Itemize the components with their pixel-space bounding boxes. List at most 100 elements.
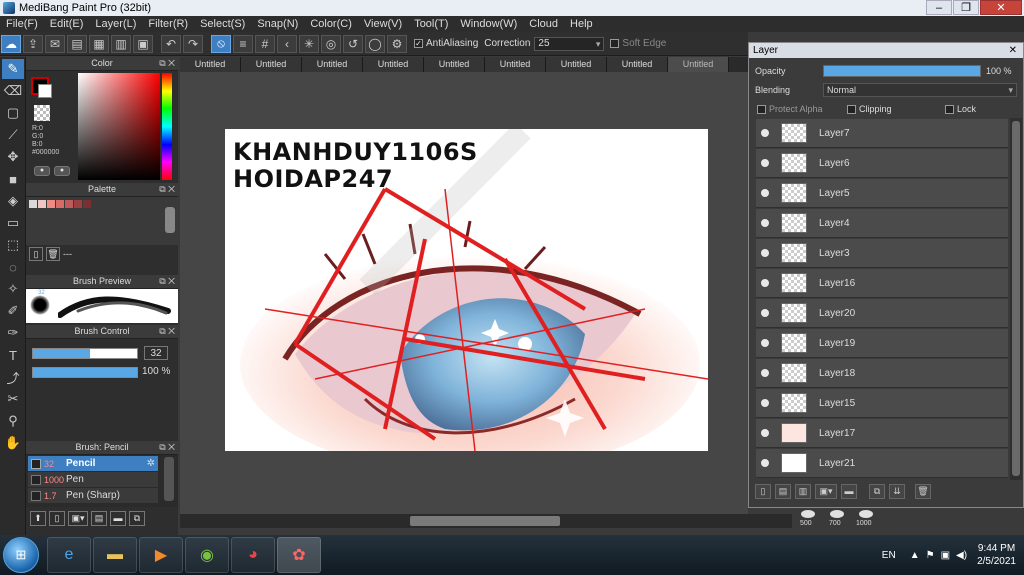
volume-icon[interactable]: ◀) — [956, 550, 967, 561]
horizontal-scroll-thumb[interactable] — [410, 516, 560, 526]
menu-window[interactable]: Window(W) — [454, 18, 523, 30]
redo-icon[interactable]: ↷ — [183, 34, 203, 53]
cloud-icon[interactable]: ☁ — [1, 34, 21, 53]
brush-size-dot[interactable] — [801, 510, 815, 518]
layer-opacity-slider[interactable] — [823, 65, 981, 77]
eye-icon[interactable] — [761, 279, 769, 287]
layer-row[interactable]: Layer19 — [756, 329, 1008, 358]
tray-arrow-icon[interactable]: ▲ — [910, 550, 920, 561]
palette-scrollbar[interactable] — [165, 207, 175, 233]
brush-opacity-slider[interactable] — [32, 367, 138, 378]
new-brush-icon[interactable]: ▯ — [49, 510, 65, 526]
layer-row[interactable]: Layer15 — [756, 389, 1008, 418]
new-layer-icon[interactable]: ▯ — [755, 483, 771, 499]
document-icon[interactable]: ▤ — [67, 34, 87, 53]
select-tool-icon[interactable]: ⬚ — [2, 235, 24, 255]
dot-tool-icon[interactable]: ⟋ — [2, 125, 24, 145]
tab-untitled[interactable]: Untitled — [485, 57, 546, 72]
tab-untitled[interactable]: Untitled — [546, 57, 607, 72]
menu-color[interactable]: Color(C) — [304, 18, 358, 30]
media-player-icon[interactable]: ▶ — [139, 537, 183, 573]
eye-icon[interactable] — [761, 339, 769, 347]
divide-tool-icon[interactable]: ✂ — [2, 389, 24, 409]
tab-untitled[interactable]: Untitled — [607, 57, 668, 72]
windows-start-icon[interactable]: ⊞ — [3, 537, 39, 573]
brush-item-pen-sharp[interactable]: 1.7 Pen (Sharp) — [28, 488, 158, 503]
folder-icon[interactable]: ▬ — [110, 510, 126, 526]
eraser-tool-icon[interactable]: ⌫ — [2, 81, 24, 101]
page-icon[interactable]: ▦ — [89, 34, 109, 53]
tab-untitled[interactable]: Untitled — [241, 57, 302, 72]
panel-controls-icon[interactable]: ⧉ ✕ — [159, 275, 175, 288]
eye-icon[interactable] — [761, 459, 769, 467]
fill-rect-tool-icon[interactable]: ■ — [2, 169, 24, 189]
clipping-checkbox[interactable] — [847, 104, 856, 114]
panel-controls-icon[interactable]: ⧉ ✕ — [159, 183, 175, 196]
palette-swatch[interactable] — [56, 200, 64, 208]
swap-color-icon[interactable]: ● — [54, 166, 70, 176]
minimize-icon[interactable]: – — [926, 0, 952, 15]
background-color-swatch[interactable] — [38, 84, 52, 98]
menu-filter[interactable]: Filter(R) — [142, 18, 194, 30]
brush-item-pen[interactable]: 1000 Pen — [28, 472, 158, 487]
comment-icon[interactable]: ✉ — [45, 34, 65, 53]
layer-row[interactable]: Layer7 — [756, 119, 1008, 148]
menu-edit[interactable]: Edit(E) — [44, 18, 90, 30]
close-icon[interactable]: ✕ — [980, 0, 1022, 15]
antialiasing-checkbox[interactable]: ✓ — [414, 39, 423, 48]
palette-swatch[interactable] — [83, 200, 91, 208]
tab-untitled-active[interactable]: Untitled — [668, 57, 729, 72]
pages-icon[interactable]: ▥ — [111, 34, 131, 53]
brush-settings-icon[interactable]: ▤ — [91, 510, 107, 526]
menu-select[interactable]: Select(S) — [194, 18, 251, 30]
eye-icon[interactable] — [761, 369, 769, 377]
menu-view[interactable]: View(V) — [358, 18, 408, 30]
menu-layer[interactable]: Layer(L) — [89, 18, 142, 30]
brush-item-pencil[interactable]: 32 Pencil ✲ — [28, 456, 158, 471]
tab-untitled[interactable]: Untitled — [363, 57, 424, 72]
new-halftone-layer-icon[interactable]: ▤ — [775, 483, 791, 499]
eyedropper-small-icon[interactable]: ● — [34, 166, 50, 176]
file-explorer-icon[interactable]: ▬ — [93, 537, 137, 573]
internet-explorer-icon[interactable]: e — [47, 537, 91, 573]
menu-snap[interactable]: Snap(N) — [251, 18, 304, 30]
layer-row[interactable]: Layer16 — [756, 269, 1008, 298]
canvas-workspace[interactable]: KHANHDUY1106S HOIDAP247 — [180, 72, 748, 514]
new-palette-icon[interactable]: ▯ — [29, 247, 43, 261]
layer-row[interactable]: Layer17 — [756, 419, 1008, 448]
rectangle-tool-icon[interactable]: ▢ — [2, 103, 24, 123]
correction-select[interactable]: 25 — [534, 36, 605, 51]
copy-brush-icon[interactable]: ⧉ — [129, 510, 145, 526]
select-eraser-tool-icon[interactable]: ✑ — [2, 323, 24, 343]
medibang-taskbar-icon[interactable]: ✿ — [277, 537, 321, 573]
tab-untitled[interactable]: Untitled — [180, 57, 241, 72]
layer-vertical-scrollbar[interactable] — [1010, 118, 1022, 480]
palette-swatch[interactable] — [65, 200, 73, 208]
palette-swatch[interactable] — [74, 200, 82, 208]
folder-icon[interactable]: ▬ — [841, 483, 857, 499]
merge-layer-icon[interactable]: ⇊ — [889, 483, 905, 499]
duplicate-layer-icon[interactable]: ⧉ — [869, 483, 885, 499]
hue-slider[interactable] — [162, 73, 172, 180]
operation-tool-icon[interactable]: ⤴ — [2, 367, 24, 387]
select-pen-tool-icon[interactable]: ✐ — [2, 301, 24, 321]
panel-controls-icon[interactable]: ⧉ ✕ — [159, 441, 175, 454]
brush-tool-icon[interactable]: ✎ — [2, 59, 24, 79]
coccoc-browser-icon[interactable]: ◉ — [185, 537, 229, 573]
menu-tool[interactable]: Tool(T) — [408, 18, 454, 30]
close-icon[interactable]: ✕ — [1009, 43, 1017, 58]
eye-icon[interactable] — [761, 429, 769, 437]
new-8bit-layer-icon[interactable]: ▥ — [795, 483, 811, 499]
layer-row[interactable]: Layer3 — [756, 239, 1008, 268]
drawing-canvas[interactable]: KHANHDUY1106S HOIDAP247 — [225, 129, 708, 451]
chrome-icon[interactable]: ◕ — [231, 537, 275, 573]
palette-swatch[interactable] — [47, 200, 55, 208]
protect-alpha-checkbox[interactable] — [757, 104, 766, 114]
layer-row[interactable]: Layer4 — [756, 209, 1008, 238]
eyedropper-tool-icon[interactable]: ⚲ — [2, 411, 24, 431]
gear-icon[interactable]: ✲ — [147, 458, 155, 469]
tab-untitled[interactable]: Untitled — [424, 57, 485, 72]
film-icon[interactable]: ▣ — [133, 34, 153, 53]
ellipse-snap-icon[interactable]: ◯ — [365, 34, 385, 53]
menu-help[interactable]: Help — [564, 18, 599, 30]
